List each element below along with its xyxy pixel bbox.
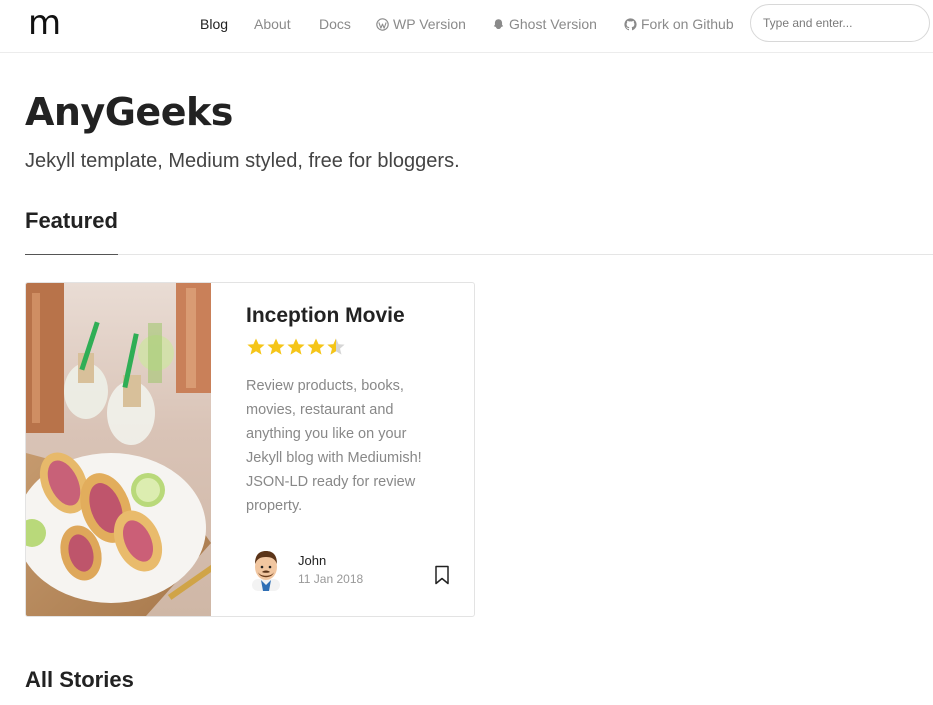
- star-full-icon: [307, 338, 325, 355]
- author-avatar-image: [252, 551, 280, 591]
- post-card-body: Inception Movie Review products, books, …: [246, 283, 461, 616]
- nav-ghost-version[interactable]: Ghost Version: [492, 15, 597, 33]
- nav-wp-version[interactable]: WP Version: [376, 15, 466, 33]
- author-name[interactable]: John: [298, 553, 326, 568]
- nav-ghost-version-label: Ghost Version: [509, 16, 597, 32]
- search-input[interactable]: [750, 4, 930, 42]
- star-half-icon: [327, 338, 345, 355]
- nav-fork-github-label: Fork on Github: [641, 16, 734, 32]
- brand-logo[interactable]: m: [28, 3, 61, 43]
- wordpress-icon: [376, 18, 389, 31]
- post-thumbnail[interactable]: [26, 283, 211, 616]
- nav-blog[interactable]: Blog: [200, 15, 228, 33]
- nav-docs-label: Docs: [319, 16, 351, 32]
- star-full-icon: [287, 338, 305, 355]
- site-tagline: Jekyll template, Medium styled, free for…: [25, 150, 460, 172]
- nav-about[interactable]: About: [254, 15, 291, 33]
- tacos-food-image: [26, 283, 211, 616]
- navbar: m Blog About Docs WP Version Ghost Versi…: [0, 0, 933, 53]
- section-divider-accent: [25, 254, 118, 255]
- bookmark-icon[interactable]: [434, 565, 450, 585]
- featured-post-card: Inception Movie Review products, books, …: [25, 282, 475, 617]
- ghost-icon: [493, 19, 504, 30]
- author-avatar[interactable]: [248, 547, 284, 591]
- nav-blog-label: Blog: [200, 16, 229, 32]
- section-divider: [25, 254, 933, 255]
- post-date: 11 Jan 2018: [298, 572, 364, 586]
- star-full-icon: [267, 338, 285, 355]
- nav-fork-github[interactable]: Fork on Github: [624, 15, 734, 33]
- star-rating: [246, 337, 346, 357]
- github-icon: [624, 18, 637, 31]
- site-title: AnyGeeks: [25, 90, 233, 134]
- all-stories-heading: All Stories: [25, 667, 134, 692]
- nav-about-label: About: [254, 16, 291, 32]
- nav-wp-version-label: WP Version: [393, 16, 466, 32]
- nav-docs[interactable]: Docs: [319, 15, 351, 33]
- post-excerpt: Review products, books, movies, restaura…: [246, 378, 422, 514]
- post-title[interactable]: Inception Movie: [246, 304, 405, 328]
- featured-heading: Featured: [25, 208, 118, 233]
- star-full-icon: [247, 338, 265, 355]
